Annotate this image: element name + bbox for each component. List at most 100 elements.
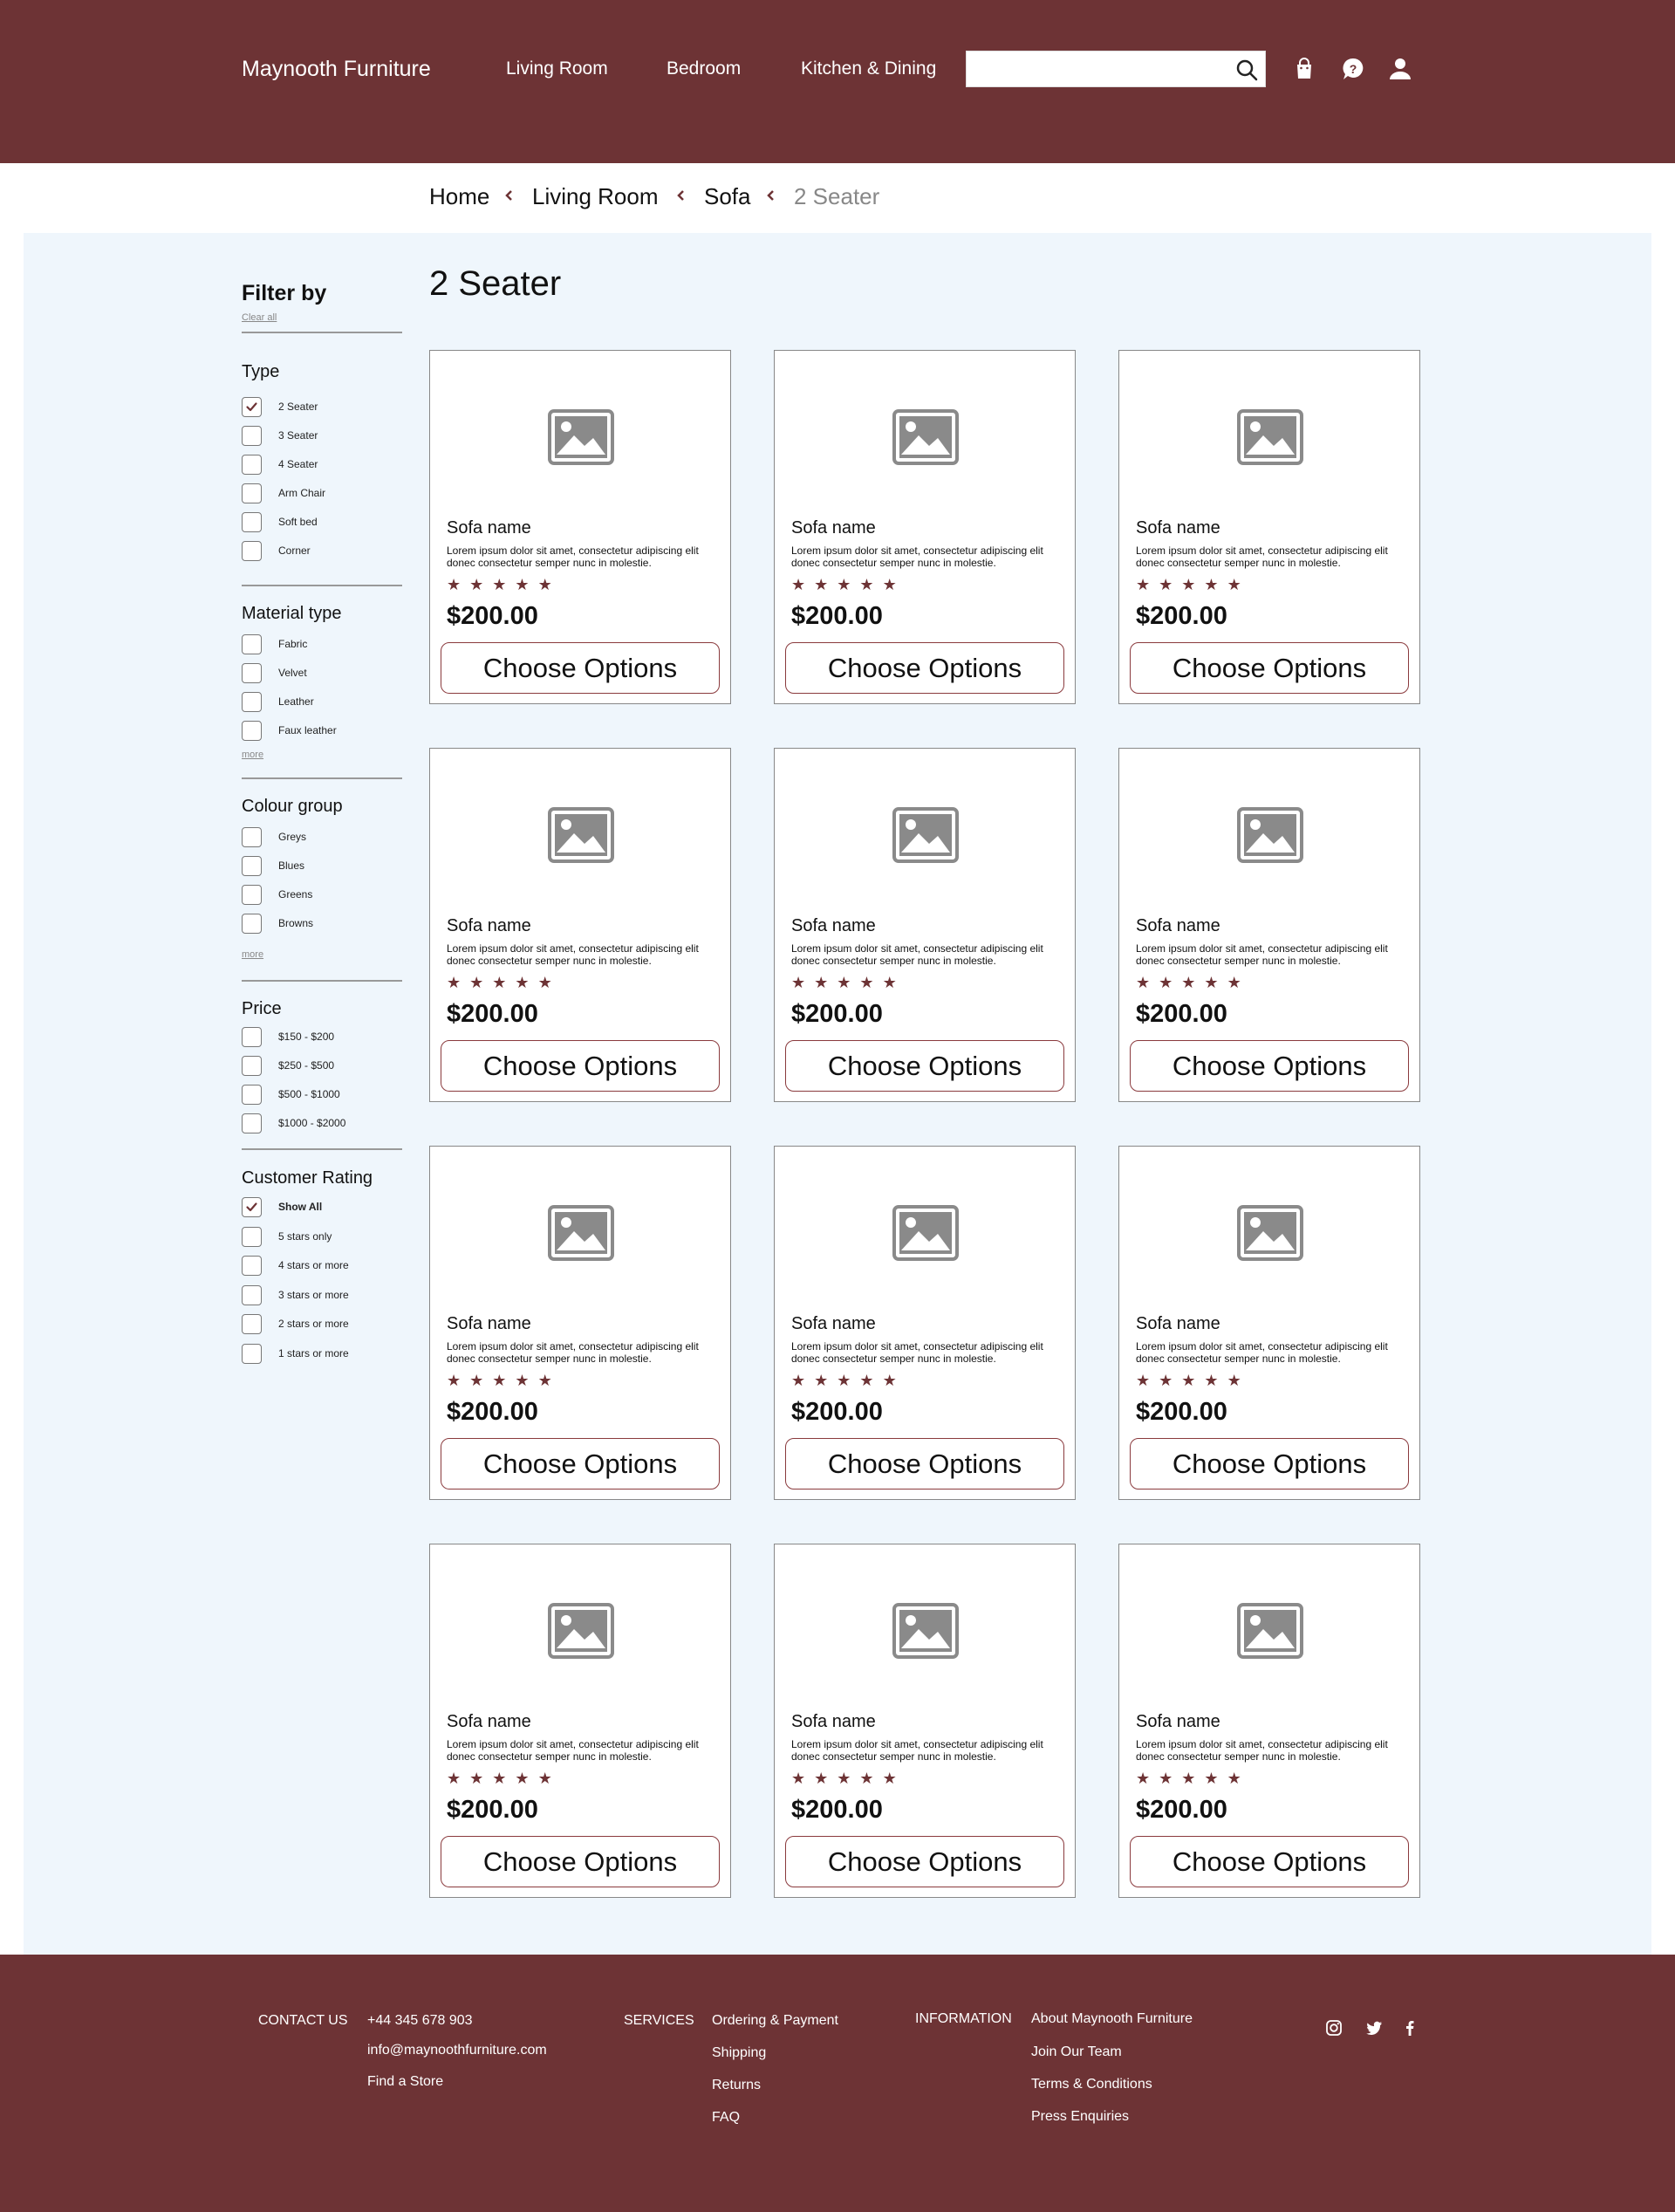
- nav-living-room[interactable]: Living Room: [506, 58, 608, 79]
- filter-checkbox-rating[interactable]: [242, 1344, 262, 1364]
- choose-options-button[interactable]: Choose Options: [441, 1040, 720, 1092]
- choose-options-button[interactable]: Choose Options: [1130, 1040, 1409, 1092]
- product-name[interactable]: Sofa name: [791, 916, 876, 936]
- filter-checkbox-type[interactable]: [242, 512, 262, 532]
- filter-checkbox-price[interactable]: [242, 1056, 262, 1076]
- brand-logo[interactable]: Maynooth Furniture: [242, 57, 431, 82]
- filter-checkbox-colour[interactable]: [242, 914, 262, 934]
- user-icon[interactable]: [1387, 56, 1413, 82]
- filter-checkbox-type[interactable]: [242, 397, 262, 417]
- filter-option-label[interactable]: Soft bed: [278, 516, 318, 528]
- shopping-bag-icon[interactable]: [1291, 56, 1317, 82]
- product-name[interactable]: Sofa name: [1136, 916, 1220, 936]
- twitter-icon[interactable]: [1365, 2019, 1383, 2037]
- filter-option-label[interactable]: Greens: [278, 888, 312, 901]
- filter-option-label[interactable]: Leather: [278, 695, 314, 708]
- choose-options-button[interactable]: Choose Options: [785, 1836, 1064, 1887]
- footer-link-returns[interactable]: Returns: [712, 2078, 761, 2093]
- filter-option-label[interactable]: 2 stars or more: [278, 1318, 349, 1330]
- filter-checkbox-colour[interactable]: [242, 827, 262, 847]
- product-card[interactable]: Sofa name Lorem ipsum dolor sit amet, con…: [774, 1146, 1076, 1500]
- footer-link-press[interactable]: Press Enquiries: [1031, 2109, 1129, 2125]
- filter-option-label[interactable]: 4 stars or more: [278, 1259, 349, 1271]
- search-icon[interactable]: [1235, 58, 1258, 81]
- filter-checkbox-type[interactable]: [242, 426, 262, 446]
- instagram-icon[interactable]: [1325, 2019, 1343, 2037]
- product-card[interactable]: Sofa name Lorem ipsum dolor sit amet, con…: [429, 748, 731, 1102]
- filter-option-label[interactable]: $250 - $500: [278, 1059, 334, 1072]
- filter-option-label[interactable]: Fabric: [278, 638, 307, 650]
- filter-option-label[interactable]: Blues: [278, 859, 304, 872]
- filter-checkbox-material[interactable]: [242, 663, 262, 683]
- filter-checkbox-material[interactable]: [242, 721, 262, 741]
- filter-option-label[interactable]: $1000 - $2000: [278, 1117, 345, 1129]
- filter-option-label[interactable]: Velvet: [278, 667, 307, 679]
- footer-link-join-team[interactable]: Join Our Team: [1031, 2044, 1122, 2060]
- choose-options-button[interactable]: Choose Options: [785, 1040, 1064, 1092]
- product-name[interactable]: Sofa name: [791, 1712, 876, 1732]
- filter-checkbox-rating[interactable]: [242, 1256, 262, 1277]
- choose-options-button[interactable]: Choose Options: [441, 642, 720, 694]
- choose-options-button[interactable]: Choose Options: [441, 1836, 720, 1887]
- choose-options-button[interactable]: Choose Options: [441, 1438, 720, 1490]
- filter-option-label[interactable]: 1 stars or more: [278, 1347, 349, 1359]
- product-card[interactable]: Sofa name Lorem ipsum dolor sit amet, con…: [429, 1146, 731, 1500]
- filter-checkbox-type[interactable]: [242, 541, 262, 561]
- filter-option-label[interactable]: 3 Seater: [278, 429, 318, 442]
- filter-checkbox-price[interactable]: [242, 1027, 262, 1047]
- footer-link-shipping[interactable]: Shipping: [712, 2045, 766, 2061]
- filter-option-label[interactable]: Arm Chair: [278, 487, 325, 499]
- filter-checkbox-colour[interactable]: [242, 856, 262, 876]
- footer-link-ordering[interactable]: Ordering & Payment: [712, 2013, 838, 2029]
- product-card[interactable]: Sofa name Lorem ipsum dolor sit amet, con…: [1118, 1544, 1420, 1898]
- choose-options-button[interactable]: Choose Options: [1130, 1438, 1409, 1490]
- breadcrumb-living-room[interactable]: Living Room: [532, 183, 659, 210]
- product-name[interactable]: Sofa name: [1136, 1314, 1220, 1334]
- help-icon[interactable]: ?: [1340, 56, 1366, 82]
- filter-checkbox-price[interactable]: [242, 1085, 262, 1105]
- product-name[interactable]: Sofa name: [1136, 1712, 1220, 1732]
- product-name[interactable]: Sofa name: [447, 1314, 531, 1334]
- product-card[interactable]: Sofa name Lorem ipsum dolor sit amet, con…: [1118, 1146, 1420, 1500]
- facebook-icon[interactable]: [1401, 2019, 1419, 2037]
- filter-checkbox-rating[interactable]: [242, 1314, 262, 1335]
- filter-checkbox-type[interactable]: [242, 483, 262, 503]
- filter-option-label[interactable]: Faux leather: [278, 724, 337, 736]
- choose-options-button[interactable]: Choose Options: [1130, 642, 1409, 694]
- product-name[interactable]: Sofa name: [791, 518, 876, 538]
- nav-kitchen-dining[interactable]: Kitchen & Dining: [801, 58, 936, 79]
- footer-email[interactable]: info@maynoothfurniture.com: [367, 2043, 547, 2058]
- material-more-link[interactable]: more: [242, 750, 263, 760]
- product-name[interactable]: Sofa name: [447, 916, 531, 936]
- filter-option-label[interactable]: 5 stars only: [278, 1230, 332, 1243]
- filter-checkbox-rating[interactable]: [242, 1197, 262, 1217]
- product-name[interactable]: Sofa name: [447, 518, 531, 538]
- colour-more-link[interactable]: more: [242, 949, 263, 960]
- filter-option-label[interactable]: 4 Seater: [278, 458, 318, 470]
- footer-phone[interactable]: +44 345 678 903: [367, 2013, 473, 2029]
- filter-checkbox-price[interactable]: [242, 1113, 262, 1133]
- product-card[interactable]: Sofa name Lorem ipsum dolor sit amet, con…: [774, 350, 1076, 704]
- product-card[interactable]: Sofa name Lorem ipsum dolor sit amet, con…: [429, 350, 731, 704]
- product-name[interactable]: Sofa name: [447, 1712, 531, 1732]
- product-card[interactable]: Sofa name Lorem ipsum dolor sit amet, con…: [1118, 748, 1420, 1102]
- product-card[interactable]: Sofa name Lorem ipsum dolor sit amet, con…: [774, 748, 1076, 1102]
- clear-all-link[interactable]: Clear all: [242, 312, 277, 323]
- footer-find-store[interactable]: Find a Store: [367, 2074, 443, 2090]
- filter-option-label[interactable]: Show All: [278, 1201, 322, 1213]
- choose-options-button[interactable]: Choose Options: [1130, 1836, 1409, 1887]
- product-name[interactable]: Sofa name: [1136, 518, 1220, 538]
- filter-checkbox-material[interactable]: [242, 692, 262, 712]
- footer-link-terms[interactable]: Terms & Conditions: [1031, 2077, 1152, 2092]
- filter-checkbox-rating[interactable]: [242, 1226, 262, 1247]
- filter-checkbox-colour[interactable]: [242, 885, 262, 905]
- filter-option-label[interactable]: $500 - $1000: [278, 1088, 340, 1100]
- choose-options-button[interactable]: Choose Options: [785, 642, 1064, 694]
- breadcrumb-sofa[interactable]: Sofa: [704, 183, 751, 210]
- filter-option-label[interactable]: Greys: [278, 831, 306, 843]
- search-input[interactable]: [967, 51, 1220, 86]
- choose-options-button[interactable]: Choose Options: [785, 1438, 1064, 1490]
- footer-link-about[interactable]: About Maynooth Furniture: [1031, 2011, 1193, 2027]
- filter-option-label[interactable]: 2 Seater: [278, 401, 318, 413]
- nav-bedroom[interactable]: Bedroom: [667, 58, 741, 79]
